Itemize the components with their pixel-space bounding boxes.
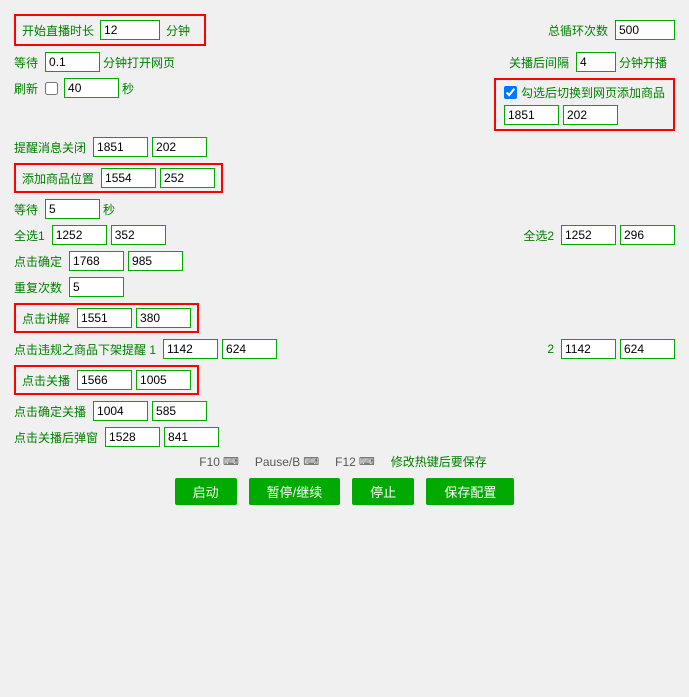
close-stream-label: 点击关播 [22, 372, 70, 389]
wait2-label: 等待 [14, 201, 38, 218]
close-stream-y[interactable] [136, 370, 191, 390]
violation1-y[interactable] [222, 339, 277, 359]
add-product-y[interactable] [160, 168, 215, 188]
hotkey-f12-group: F12 ⌨ [335, 455, 375, 469]
close-interval-label: 关播后间隔 [509, 54, 569, 71]
save-button[interactable]: 保存配置 [426, 478, 514, 505]
close-interval-input[interactable] [576, 52, 616, 72]
violation1-x[interactable] [163, 339, 218, 359]
row-remind: 提醒消息关闭 [14, 137, 675, 157]
refresh-unit: 秒 [122, 80, 134, 97]
checkbox-remind-x[interactable] [504, 105, 559, 125]
row-selectall: 全选1 全选2 [14, 225, 675, 245]
repeat-label: 重复次数 [14, 279, 62, 296]
hotkey-f12-label: F12 [335, 455, 356, 469]
row-close-stream: 点击关播 [14, 365, 675, 395]
row-start-duration: 开始直播时长 分钟 总循环次数 [14, 14, 675, 46]
total-loops-label: 总循环次数 [548, 22, 608, 39]
keyboard-icon-f10: ⌨ [223, 455, 239, 468]
close-stream-x[interactable] [77, 370, 132, 390]
add-product-label: 添加商品位置 [22, 170, 94, 187]
hotkey-f10-group: F10 ⌨ [199, 455, 239, 469]
selectall1-y[interactable] [111, 225, 166, 245]
start-duration-label: 开始直播时长 [22, 22, 94, 39]
row-explain: 点击讲解 [14, 303, 675, 333]
add-product-x[interactable] [101, 168, 156, 188]
violation2-x[interactable] [561, 339, 616, 359]
row-refresh: 刷新 秒 勾选后切换到网页添加商品 [14, 78, 675, 131]
start-duration-box: 开始直播时长 分钟 [14, 14, 206, 46]
checkbox-add-product-label: 勾选后切换到网页添加商品 [521, 84, 665, 101]
row-hotkeys: F10 ⌨ Pause/B ⌨ F12 ⌨ 修改热键后要保存 [14, 453, 675, 470]
checkbox-section: 勾选后切换到网页添加商品 [494, 78, 675, 131]
wait2-input[interactable] [45, 199, 100, 219]
close-interval-unit: 分钟开播 [619, 54, 667, 71]
confirm-close-label: 点击确定关播 [14, 403, 86, 420]
explain-y[interactable] [136, 308, 191, 328]
row-violation: 点击违规之商品下架提醒 1 2 [14, 339, 675, 359]
row-wait1: 等待 分钟打开网页 关播后间隔 分钟开播 [14, 52, 675, 72]
violation2-y[interactable] [620, 339, 675, 359]
explain-box: 点击讲解 [14, 303, 199, 333]
row-confirm-click: 点击确定 [14, 251, 675, 271]
popup-close-y[interactable] [164, 427, 219, 447]
pause-button[interactable]: 暂停/继续 [249, 478, 341, 505]
row-add-product: 添加商品位置 [14, 163, 675, 193]
confirm-close-y[interactable] [152, 401, 207, 421]
hotkey-f10-label: F10 [199, 455, 220, 469]
refresh-label: 刷新 [14, 80, 38, 97]
add-product-checkbox[interactable] [504, 86, 517, 99]
hotkey-pause-group: Pause/B ⌨ [255, 455, 319, 469]
keyboard-icon-f12: ⌨ [359, 455, 375, 468]
wait1-unit: 分钟打开网页 [103, 54, 175, 71]
explain-x[interactable] [77, 308, 132, 328]
confirm-click-label: 点击确定 [14, 253, 62, 270]
remind-x[interactable] [93, 137, 148, 157]
hotkey-pause-label: Pause/B [255, 455, 300, 469]
wait2-unit: 秒 [103, 201, 115, 218]
wait1-label: 等待 [14, 54, 38, 71]
popup-close-label: 点击关播后弹窗 [14, 429, 98, 446]
wait1-input[interactable] [45, 52, 100, 72]
selectall2-label: 全选2 [523, 227, 554, 244]
selectall1-x[interactable] [52, 225, 107, 245]
violation-label: 点击违规之商品下架提醒 1 [14, 341, 156, 358]
stop-button[interactable]: 停止 [352, 478, 414, 505]
selectall2-x[interactable] [561, 225, 616, 245]
remind-label: 提醒消息关闭 [14, 139, 86, 156]
selectall1-label: 全选1 [14, 227, 45, 244]
repeat-input[interactable] [69, 277, 124, 297]
hotkey-save-hint: 修改热键后要保存 [391, 453, 487, 470]
confirm-click-y[interactable] [128, 251, 183, 271]
start-duration-input[interactable] [100, 20, 160, 40]
total-loops-input[interactable] [615, 20, 675, 40]
refresh-input[interactable] [64, 78, 119, 98]
violation2-label: 2 [547, 342, 554, 356]
bottom-buttons: 启动 暂停/继续 停止 保存配置 [14, 478, 675, 505]
explain-label: 点击讲解 [22, 310, 70, 327]
remind-y[interactable] [152, 137, 207, 157]
start-button[interactable]: 启动 [175, 478, 237, 505]
confirm-click-x[interactable] [69, 251, 124, 271]
row-repeat: 重复次数 [14, 277, 675, 297]
keyboard-icon-pause: ⌨ [303, 455, 319, 468]
popup-close-x[interactable] [105, 427, 160, 447]
selectall2-y[interactable] [620, 225, 675, 245]
confirm-close-x[interactable] [93, 401, 148, 421]
row-popup-close: 点击关播后弹窗 [14, 427, 675, 447]
row-confirm-close: 点击确定关播 [14, 401, 675, 421]
start-duration-unit: 分钟 [166, 22, 190, 39]
add-product-box: 添加商品位置 [14, 163, 223, 193]
checkbox-remind-y[interactable] [563, 105, 618, 125]
main-container: 开始直播时长 分钟 总循环次数 等待 分钟打开网页 关播后间隔 分钟开播 刷新 … [8, 8, 681, 511]
close-stream-box: 点击关播 [14, 365, 199, 395]
row-wait2: 等待 秒 [14, 199, 675, 219]
refresh-checkbox[interactable] [45, 82, 58, 95]
